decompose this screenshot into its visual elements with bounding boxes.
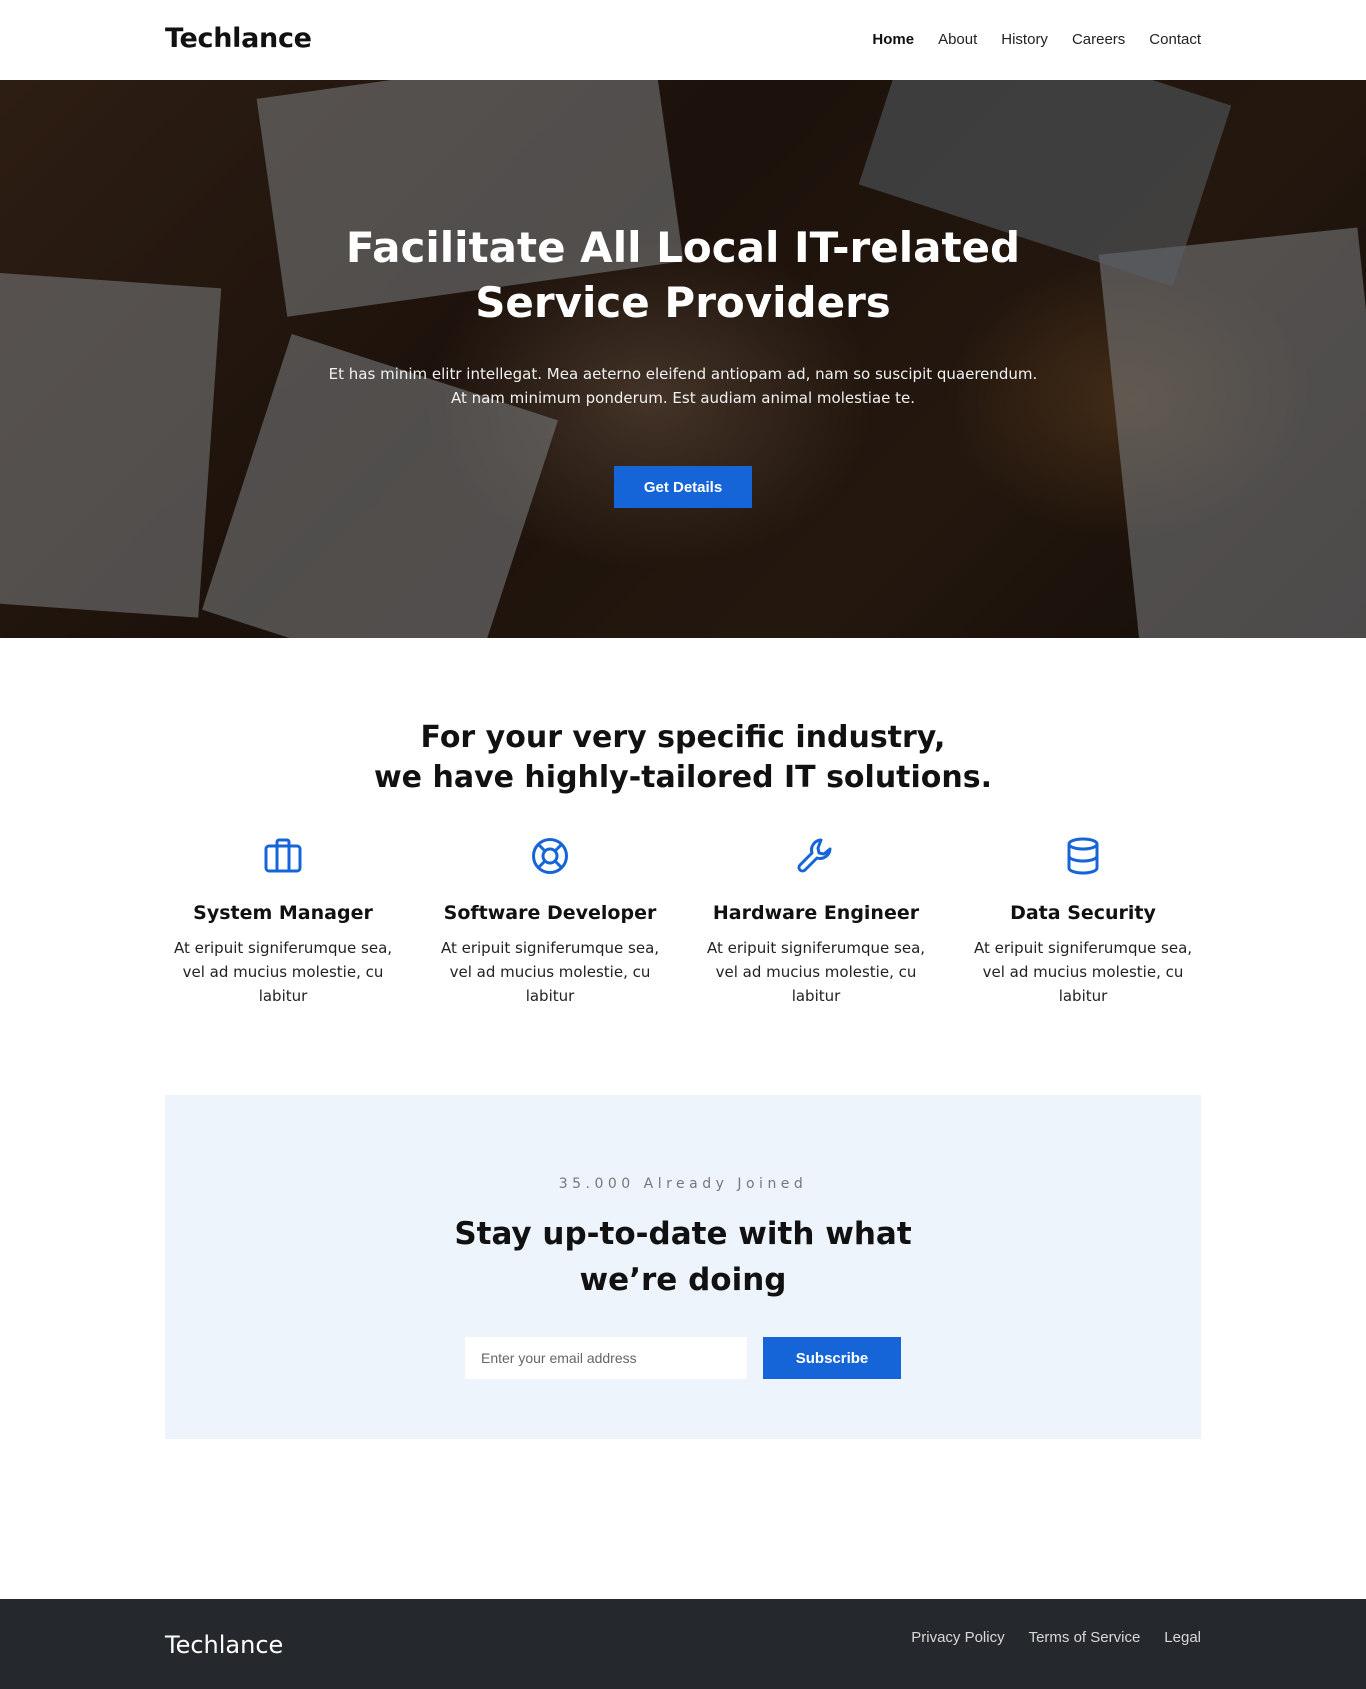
feature-text: At eripuit signiferumque sea, vel ad muc… (973, 939, 1193, 1005)
hero-subtitle: Et has minim elitr intellegat. Mea aeter… (283, 362, 1083, 410)
email-input[interactable] (465, 1337, 747, 1379)
nav-home[interactable]: Home (872, 31, 914, 48)
footer-link-terms-of-service[interactable]: Terms of Service (1029, 1629, 1141, 1646)
hero-title-line2: Service Providers (475, 278, 891, 327)
hero-title: Facilitate All Local IT-related Service … (283, 220, 1083, 330)
hero-subtitle-line2: At nam minimum ponderum. Est audiam anim… (450, 389, 916, 407)
services-heading: For your very specific industry, we have… (283, 718, 1083, 798)
nav-careers[interactable]: Careers (1072, 31, 1125, 48)
hero-title-line1: Facilitate All Local IT-related (345, 223, 1021, 272)
site-logo[interactable]: Techlance (165, 23, 312, 54)
get-details-button[interactable]: Get Details (614, 466, 752, 508)
hero-overlay (0, 80, 1366, 638)
site-header: Techlance Home About History Careers Con… (0, 0, 1366, 80)
footer-nav: Privacy Policy Terms of Service Legal (911, 1629, 1201, 1646)
nav-contact[interactable]: Contact (1149, 31, 1201, 48)
footer-link-privacy-policy[interactable]: Privacy Policy (911, 1629, 1004, 1646)
feature-text: At eripuit signiferumque sea, vel ad muc… (173, 939, 393, 1005)
subscribe-button[interactable]: Subscribe (763, 1337, 901, 1379)
site-footer: Techlance Privacy Policy Terms of Servic… (0, 1599, 1366, 1689)
feature-title: System Manager (193, 902, 373, 924)
newsletter-section: 35.000 Already Joined Stay up-to-date wi… (165, 1095, 1201, 1439)
newsletter-heading: Stay up-to-date with what we’re doing (433, 1211, 933, 1303)
feature-title: Software Developer (443, 902, 657, 924)
feature-system-manager: System Manager At eripuit signiferumque … (168, 836, 398, 1008)
hero-banner: Facilitate All Local IT-related Service … (0, 80, 1366, 638)
feature-title: Hardware Engineer (712, 902, 920, 924)
briefcase-icon (264, 838, 302, 873)
newsletter-heading-line1: Stay up-to-date with what (454, 1216, 912, 1252)
services-heading-line2: we have highly-tailored IT solutions. (373, 760, 993, 795)
database-icon (1067, 837, 1099, 875)
wrench-icon (797, 838, 832, 873)
subscriber-count: 35.000 Already Joined (558, 1176, 808, 1192)
nav-history[interactable]: History (1001, 31, 1048, 48)
services-heading-line1: For your very specific industry, (420, 720, 946, 755)
feature-software-developer: Software Developer At eripuit signiferum… (435, 836, 665, 1008)
feature-hardware-engineer: Hardware Engineer At eripuit signiferumq… (701, 836, 931, 1008)
nav-about[interactable]: About (938, 31, 977, 48)
footer-link-legal[interactable]: Legal (1164, 1629, 1201, 1646)
feature-title: Data Security (1010, 902, 1156, 924)
feature-data-security: Data Security At eripuit signiferumque s… (968, 836, 1198, 1008)
main-nav: Home About History Careers Contact (872, 31, 1201, 48)
feature-text: At eripuit signiferumque sea, vel ad muc… (706, 939, 926, 1005)
footer-logo[interactable]: Techlance (165, 1631, 283, 1659)
hero-subtitle-line1: Et has minim elitr intellegat. Mea aeter… (328, 365, 1038, 383)
lifebuoy-icon (532, 838, 568, 874)
newsletter-heading-line2: we’re doing (579, 1262, 787, 1298)
feature-text: At eripuit signiferumque sea, vel ad muc… (440, 939, 660, 1005)
